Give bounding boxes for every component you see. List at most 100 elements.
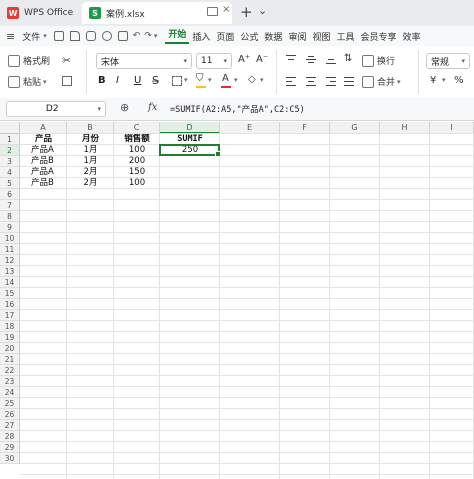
spreadsheet-grid[interactable]: ABCDEFGHI 1 2 3 4 5 6 7 8 9 10 11 12 13 14 15 16 17 18 19 2… bbox=[0, 122, 474, 479]
title-bar: W WPS Office S 案例.xlsx × + ⌄ bbox=[0, 0, 474, 26]
active-cell-selection[interactable] bbox=[159, 144, 221, 157]
font-size-value: 11 bbox=[201, 56, 213, 66]
font-name-select[interactable]: 宋体 ▾ bbox=[96, 53, 192, 69]
wrap-text-button[interactable]: 换行 bbox=[362, 54, 395, 67]
eraser-icon[interactable]: ◇ bbox=[248, 74, 256, 85]
cell-b5[interactable]: 2月 bbox=[68, 178, 113, 189]
close-tab-icon[interactable]: × bbox=[222, 4, 230, 15]
cell-a4[interactable]: 产品A bbox=[21, 167, 66, 178]
font-color-icon[interactable]: A bbox=[222, 73, 229, 84]
percent-icon[interactable]: % bbox=[454, 75, 464, 86]
cell-c3[interactable]: 200 bbox=[115, 156, 159, 167]
chevron-down-icon: ▾ bbox=[461, 57, 465, 65]
tab-wps-office[interactable]: W WPS Office bbox=[0, 2, 80, 24]
chevron-down-icon: ▾ bbox=[183, 57, 187, 65]
justify-icon[interactable] bbox=[344, 77, 354, 86]
chevron-down-icon[interactable]: ▾ bbox=[208, 76, 212, 84]
italic-button[interactable]: I bbox=[116, 75, 119, 86]
header-cell-a[interactable]: 产品 bbox=[21, 134, 66, 145]
menu-file[interactable]: 文件 bbox=[19, 30, 43, 43]
number-format-select[interactable]: 常规 ▾ bbox=[426, 53, 470, 69]
chevron-down-icon: ▾ bbox=[397, 77, 401, 86]
chevron-down-icon: ▾ bbox=[97, 105, 101, 113]
new-tab-button[interactable]: + bbox=[240, 3, 253, 21]
menu-item-view[interactable]: 视图 bbox=[309, 30, 333, 43]
formula-input[interactable]: =SUMIF(A2:A5,"产品A",C2:C5) bbox=[170, 101, 470, 117]
chevron-down-icon[interactable]: ▾ bbox=[442, 76, 446, 84]
menu-item-tools[interactable]: 工具 bbox=[333, 30, 357, 43]
menu-item-insert[interactable]: 插入 bbox=[189, 30, 213, 43]
paste-label: 粘贴 bbox=[23, 78, 42, 88]
align-left-icon[interactable] bbox=[286, 77, 296, 86]
cell-a3[interactable]: 产品B bbox=[21, 156, 66, 167]
align-right-icon[interactable] bbox=[326, 77, 336, 86]
header-cell-c[interactable]: 销售额 bbox=[115, 134, 159, 145]
align-center-icon[interactable] bbox=[306, 77, 316, 86]
chevron-down-icon: ▾ bbox=[223, 57, 227, 65]
hamburger-icon[interactable]: ≡ bbox=[6, 30, 15, 43]
merge-cells-icon bbox=[362, 75, 374, 88]
undo-icon[interactable]: ↶ bbox=[133, 31, 141, 41]
monitor-icon[interactable] bbox=[207, 7, 218, 16]
merge-label: 合并 bbox=[377, 78, 396, 88]
menu-bar: ≡ 文件 ▾ ↶ ↷ ▾ 开始 插入 页面 公式 数据 审阅 视图 工具 会员专… bbox=[0, 26, 474, 46]
cell-c5[interactable]: 100 bbox=[115, 178, 159, 189]
chevron-down-icon[interactable]: ⌄ bbox=[258, 4, 267, 17]
strikethrough-icon[interactable]: S̶ bbox=[152, 74, 159, 87]
print-icon[interactable] bbox=[85, 31, 96, 41]
cell-b3[interactable]: 1月 bbox=[68, 156, 113, 167]
fx-icon[interactable]: fx bbox=[148, 102, 157, 113]
cut-icon[interactable]: ✂ bbox=[62, 54, 71, 67]
border-icon[interactable] bbox=[172, 76, 182, 86]
cell-a5[interactable]: 产品B bbox=[21, 178, 66, 189]
menu-item-review[interactable]: 审阅 bbox=[285, 30, 309, 43]
cell-b4[interactable]: 2月 bbox=[68, 167, 113, 178]
new-document-icon[interactable] bbox=[69, 31, 80, 41]
fill-color-swatch bbox=[196, 86, 206, 88]
menu-item-data[interactable]: 数据 bbox=[261, 30, 285, 43]
chevron-down-icon[interactable]: ▾ bbox=[234, 76, 238, 84]
cell-a2[interactable]: 产品A bbox=[21, 145, 66, 156]
currency-icon[interactable]: ¥ bbox=[430, 75, 436, 86]
cell-c4[interactable]: 150 bbox=[115, 167, 159, 178]
chevron-down-icon[interactable]: ▾ bbox=[184, 76, 188, 84]
app-tab-label: WPS Office bbox=[24, 8, 74, 18]
fill-color-icon[interactable]: ⛉ bbox=[196, 73, 204, 84]
zoom-icon[interactable]: ⊕ bbox=[120, 101, 129, 114]
merge-button[interactable]: 合并 ▾ bbox=[362, 75, 401, 88]
chevron-down-icon[interactable]: ▾ bbox=[154, 32, 158, 40]
save-icon[interactable] bbox=[53, 31, 64, 41]
chevron-down-icon: ▾ bbox=[43, 77, 47, 86]
font-size-select[interactable]: 11 ▾ bbox=[196, 53, 232, 69]
fill-handle[interactable] bbox=[215, 151, 221, 157]
chevron-down-icon[interactable]: ▾ bbox=[43, 32, 47, 40]
chevron-down-icon[interactable]: ▾ bbox=[260, 76, 264, 84]
redo-icon[interactable]: ↷ bbox=[144, 31, 152, 41]
decrease-font-icon[interactable]: A⁻ bbox=[256, 54, 268, 65]
print-preview-icon[interactable] bbox=[101, 31, 112, 41]
number-format-value: 常规 bbox=[431, 57, 450, 68]
name-box[interactable]: D2 ▾ bbox=[6, 101, 106, 117]
format-painter-button[interactable]: 格式刷 bbox=[8, 54, 50, 67]
menu-item-formula[interactable]: 公式 bbox=[237, 30, 261, 43]
increase-font-icon[interactable]: A⁺ bbox=[238, 54, 250, 65]
menu-item-home[interactable]: 开始 bbox=[165, 28, 190, 44]
align-bottom-icon[interactable] bbox=[326, 55, 336, 64]
menu-item-page[interactable]: 页面 bbox=[213, 30, 237, 43]
cell-c2[interactable]: 100 bbox=[115, 145, 159, 156]
menu-item-member[interactable]: 会员专享 bbox=[357, 30, 399, 43]
copy-icon[interactable] bbox=[62, 76, 72, 86]
bold-button[interactable]: B bbox=[98, 75, 106, 86]
cell-b2[interactable]: 1月 bbox=[68, 145, 113, 156]
text-direction-icon[interactable]: ⇅ bbox=[344, 53, 352, 64]
format-painter-label: 格式刷 bbox=[23, 57, 51, 67]
ribbon: 格式刷 粘贴 ▾ ✂ 宋体 ▾ 11 ▾ A⁺ A⁻ B I U S̶ ▾ ⛉ … bbox=[0, 46, 474, 99]
paste-button[interactable]: 粘贴 ▾ bbox=[8, 75, 47, 88]
header-cell-b[interactable]: 月份 bbox=[68, 134, 113, 145]
underline-button[interactable]: U bbox=[134, 75, 141, 86]
align-middle-icon[interactable] bbox=[306, 55, 316, 64]
tab-file[interactable]: S 案例.xlsx × bbox=[82, 2, 232, 24]
align-top-icon[interactable] bbox=[286, 55, 296, 64]
export-icon[interactable] bbox=[117, 31, 128, 41]
menu-item-efficiency[interactable]: 效率 bbox=[400, 30, 424, 43]
